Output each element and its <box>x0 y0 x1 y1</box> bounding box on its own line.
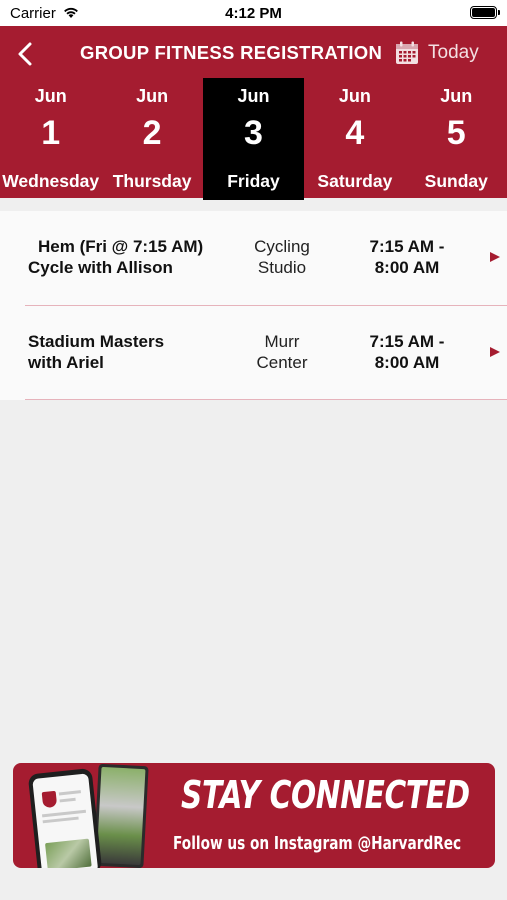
date-month: Jun <box>338 86 371 106</box>
list-item[interactable]: Stadium Masters with Ariel Murr Center 7… <box>0 306 507 400</box>
class-time: 7:15 AM - 8:00 AM <box>344 331 470 373</box>
time-line1: 7:15 AM - <box>369 237 445 256</box>
date-weekday: Saturday <box>317 171 393 191</box>
time-line2: 8:00 AM <box>374 352 440 372</box>
class-name-line1: Hem (Fri @ 7:15 AM) <box>38 237 204 256</box>
instagram-banner[interactable]: STAY CONNECTED Follow us on Instagram @H… <box>13 763 495 868</box>
row-divider <box>25 399 507 400</box>
calendar-icon[interactable] <box>395 41 419 65</box>
date-weekday: Wednesday <box>2 171 100 191</box>
location-line1: Cycling <box>254 237 310 256</box>
class-list: Hem (Fri @ 7:15 AM) Cycle with Allison C… <box>0 211 507 400</box>
class-name-line2: Cycle with Allison <box>28 258 173 277</box>
date-weekday: Friday <box>227 171 280 191</box>
location-line2: Center <box>256 352 308 372</box>
date-day: 4 <box>345 114 365 152</box>
date-jun-3-selected[interactable]: Jun 3 Friday <box>202 78 305 200</box>
date-weekday: Sunday <box>424 171 488 191</box>
date-day: 5 <box>446 114 466 152</box>
class-location: Murr Center <box>240 331 324 373</box>
battery-icon <box>470 6 500 19</box>
class-name: Hem (Fri @ 7:15 AM) Cycle with Allison <box>28 236 238 278</box>
phone-image <box>27 767 103 868</box>
location-line2: Studio <box>257 258 307 277</box>
class-name: Stadium Masters with Ariel <box>28 331 238 373</box>
date-month: Jun <box>34 86 67 106</box>
class-name-line1: Stadium Masters <box>28 331 165 351</box>
disclosure-triangle-icon <box>490 252 500 262</box>
app-header: GROUP FITNESS REGISTRATION Today Jun 1 W… <box>0 26 507 200</box>
location-line1: Murr <box>264 331 300 351</box>
date-day: 1 <box>41 114 61 152</box>
date-month: Jun <box>136 86 169 106</box>
today-button[interactable]: Today <box>428 42 479 64</box>
date-month: Jun <box>440 86 473 106</box>
status-bar: Carrier 4:12 PM <box>0 0 507 26</box>
class-time: 7:15 AM - 8:00 AM <box>344 236 470 278</box>
date-jun-1[interactable]: Jun 1 Wednesday <box>0 78 101 200</box>
date-weekday: Thursday <box>112 171 192 191</box>
banner-subtext: Follow us on Instagram @HarvardRec <box>173 833 462 854</box>
date-day: 2 <box>142 114 162 152</box>
date-jun-4[interactable]: Jun 4 Saturday <box>304 78 405 200</box>
date-day: 3 <box>244 114 263 152</box>
class-location: Cycling Studio <box>240 236 324 278</box>
chevron-left-icon[interactable] <box>14 40 36 68</box>
date-jun-2[interactable]: Jun 2 Thursday <box>101 78 202 200</box>
time-line2: 8:00 AM <box>374 258 440 277</box>
date-month: Jun <box>237 86 270 106</box>
date-jun-5[interactable]: Jun 5 Sunday <box>406 78 507 200</box>
class-name-line2: with Ariel <box>28 352 104 372</box>
page-title: GROUP FITNESS REGISTRATION <box>80 42 383 63</box>
date-picker: Jun 1 Wednesday Jun 2 Thursday Jun 3 Fri… <box>0 78 507 203</box>
list-item[interactable]: Hem (Fri @ 7:15 AM) Cycle with Allison C… <box>0 211 507 306</box>
time-line1: 7:15 AM - <box>369 331 445 351</box>
banner-headline: STAY CONNECTED <box>181 773 470 817</box>
disclosure-triangle-icon <box>490 346 500 357</box>
clock: 4:12 PM <box>225 5 282 22</box>
phone-image <box>93 763 149 868</box>
